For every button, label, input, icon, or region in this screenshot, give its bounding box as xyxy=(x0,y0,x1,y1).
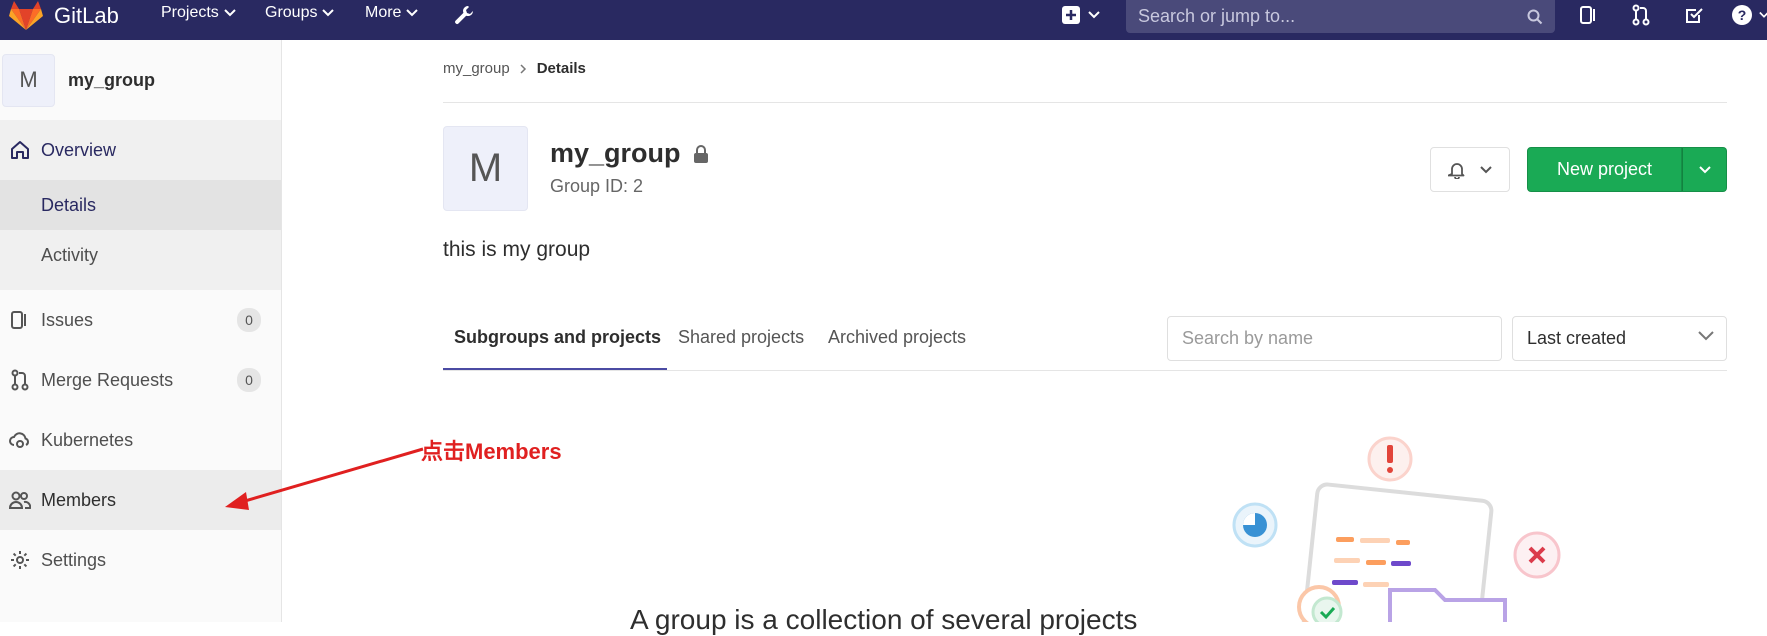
annotation-text: 点击Members xyxy=(421,439,562,464)
sidebar-item-label: Activity xyxy=(41,244,99,265)
new-project-button[interactable]: New project xyxy=(1527,147,1682,192)
search-placeholder: Search or jump to... xyxy=(1138,6,1296,26)
group-name: my_group xyxy=(550,138,681,168)
new-project-dropdown-toggle[interactable] xyxy=(1682,147,1727,192)
breadcrumb-parent-link[interactable]: my_group xyxy=(443,60,510,77)
sidebar-item-label: Merge Requests xyxy=(41,369,174,390)
chevron-down-icon xyxy=(1480,165,1492,173)
gitlab-logo-icon xyxy=(9,1,43,30)
sort-selected-value: Last created xyxy=(1527,328,1627,348)
users-icon xyxy=(9,489,31,511)
sidebar-item-label: Issues xyxy=(41,309,94,330)
notification-settings-button[interactable] xyxy=(1430,147,1510,192)
chevron-down-icon xyxy=(1088,11,1100,19)
sort-dropdown[interactable]: Last created xyxy=(1512,316,1727,361)
cloud-gear-icon xyxy=(9,429,31,451)
chevron-down-icon xyxy=(1698,165,1711,173)
tab-shared-projects[interactable]: Shared projects xyxy=(678,327,804,348)
issues-nav-icon[interactable] xyxy=(1576,2,1602,28)
empty-state-title: A group is a collection of several proje… xyxy=(630,604,1138,635)
merge-requests-count-badge: 0 xyxy=(237,368,261,392)
nav-groups-label: Groups xyxy=(265,4,318,21)
chevron-down-icon xyxy=(224,9,236,17)
plus-square-icon xyxy=(1062,6,1080,24)
gear-icon xyxy=(9,549,31,571)
sidebar-item-label: Overview xyxy=(41,139,117,160)
chevron-right-icon xyxy=(520,63,526,74)
sidebar-item-label: Settings xyxy=(41,549,107,570)
sidebar-group-name: my_group xyxy=(68,69,156,90)
nav-projects-menu[interactable]: Projects xyxy=(161,0,236,26)
lock-icon xyxy=(693,144,708,163)
page-title: my_group xyxy=(550,138,709,169)
chevron-down-icon xyxy=(322,9,335,17)
tabs-divider xyxy=(443,370,1727,371)
annotation-arrow xyxy=(225,447,424,510)
sidebar-item-label: Kubernetes xyxy=(41,429,134,450)
merge-request-icon xyxy=(9,369,31,391)
merge-request-nav-icon[interactable] xyxy=(1628,2,1654,28)
new-item-dropdown[interactable] xyxy=(1062,2,1100,28)
help-dropdown[interactable]: ? xyxy=(1731,2,1767,28)
home-icon xyxy=(9,139,31,161)
bell-icon xyxy=(1448,162,1465,179)
issues-icon xyxy=(9,309,31,331)
sidebar-item-settings[interactable]: Settings xyxy=(0,530,281,590)
gitlab-home-link[interactable]: GitLab xyxy=(8,0,119,32)
chevron-down-icon xyxy=(1759,11,1767,18)
sidebar-item-label: Details xyxy=(41,194,97,215)
sidebar-context-header[interactable]: M my_group xyxy=(0,48,281,112)
search-by-name-input[interactable] xyxy=(1167,316,1502,361)
chevron-down-icon xyxy=(1698,331,1714,341)
nav-more-label: More xyxy=(365,4,402,21)
sidebar-item-issues[interactable]: Issues 0 xyxy=(0,290,281,350)
empty-state-illustration xyxy=(1232,436,1561,622)
search-icon xyxy=(1527,9,1543,24)
sidebar-item-label: Members xyxy=(41,489,117,510)
todos-nav-icon[interactable] xyxy=(1681,2,1707,28)
nav-more-menu[interactable]: More xyxy=(365,0,419,26)
breadcrumb-current: Details xyxy=(536,60,586,77)
chevron-down-icon xyxy=(406,9,419,17)
nav-projects-label: Projects xyxy=(161,4,219,21)
breadcrumb: my_group Details xyxy=(443,60,586,77)
top-navbar: GitLab Projects Groups More Search or ju… xyxy=(0,0,1767,40)
admin-wrench-icon[interactable] xyxy=(451,2,477,28)
nav-groups-menu[interactable]: Groups xyxy=(265,0,335,26)
issues-count-badge: 0 xyxy=(237,308,261,332)
brand-name: GitLab xyxy=(54,3,119,28)
sidebar-item-activity[interactable]: Activity xyxy=(0,230,281,280)
header-divider xyxy=(443,102,1727,103)
tab-archived-projects[interactable]: Archived projects xyxy=(828,327,966,348)
tab-subgroups-and-projects[interactable]: Subgroups and projects xyxy=(454,327,661,348)
group-description: this is my group xyxy=(443,238,591,261)
group-id: Group ID: 2 xyxy=(550,176,644,196)
help-icon: ? xyxy=(1732,5,1752,25)
svg-text:?: ? xyxy=(1738,7,1747,23)
sidebar-item-details[interactable]: Details xyxy=(0,180,281,230)
group-avatar-small: M xyxy=(2,53,55,107)
group-avatar: M xyxy=(443,126,528,211)
global-search-input[interactable]: Search or jump to... xyxy=(1126,0,1555,33)
group-sidebar: M my_group Overview Details Activity Iss… xyxy=(0,40,282,622)
sidebar-item-merge-requests[interactable]: Merge Requests 0 xyxy=(0,350,281,410)
sidebar-item-overview[interactable]: Overview xyxy=(0,120,281,180)
